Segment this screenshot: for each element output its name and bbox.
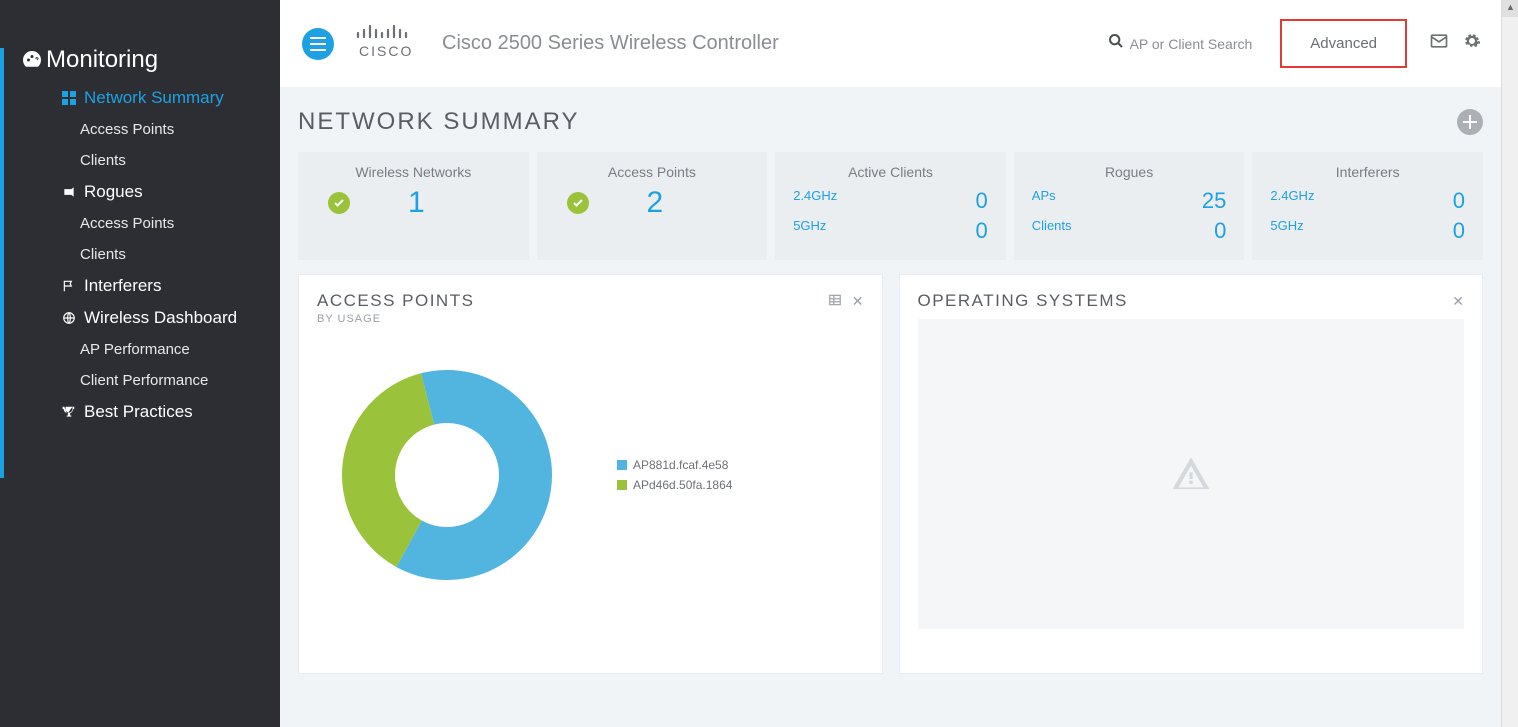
sidebar-item-label: Rogues (84, 182, 143, 202)
svg-text:CISCO: CISCO (359, 43, 413, 59)
sidebar-leaf-client-perf[interactable]: Client Performance (18, 365, 280, 396)
sidebar-title: Monitoring (46, 46, 158, 74)
stat-wireless-networks[interactable]: Wireless Networks 1 (298, 152, 529, 260)
widget-access-points: ACCESS POINTS ✕ BY USAGE AP881d.fcaf.4e5… (298, 274, 883, 674)
row-label: 5GHz (1270, 218, 1303, 244)
warning-icon (1171, 454, 1211, 494)
globe-icon (58, 311, 80, 325)
plus-icon (1463, 115, 1477, 129)
table-view-icon[interactable] (828, 293, 842, 310)
sidebar-item-network-summary[interactable]: Network Summary (18, 82, 280, 114)
row-label: 2.4GHz (793, 188, 837, 214)
sidebar-accent (0, 48, 4, 478)
page-title: NETWORK SUMMARY (298, 108, 580, 136)
stat-value: 2 (647, 186, 664, 220)
legend-item[interactable]: APd46d.50fa.1864 (617, 475, 732, 495)
widget-subtitle: BY USAGE (299, 313, 882, 335)
sidebar: Monitoring Network Summary Access Points… (0, 0, 280, 727)
row-label: 5GHz (793, 218, 826, 244)
sidebar-section-monitoring[interactable]: Monitoring (18, 38, 280, 82)
bullhorn-icon (58, 185, 80, 199)
empty-placeholder (918, 319, 1465, 629)
sidebar-item-rogues[interactable]: Rogues (18, 176, 280, 208)
row-value: 25 (1202, 188, 1226, 214)
donut-chart (317, 345, 577, 605)
stat-value: 1 (408, 186, 425, 220)
mail-icon[interactable] (1429, 31, 1449, 56)
topbar: CISCO Cisco 2500 Series Wireless Control… (280, 0, 1501, 88)
row-label: Clients (1032, 218, 1072, 244)
add-widget-button[interactable] (1457, 109, 1483, 135)
row-value: 0 (1453, 218, 1465, 244)
stat-title: Interferers (1270, 164, 1465, 180)
stat-title: Access Points (555, 164, 750, 180)
row-label: APs (1032, 188, 1056, 214)
search-icon (1108, 33, 1124, 54)
sidebar-item-label: Interferers (84, 276, 161, 296)
row-value: 0 (1214, 218, 1226, 244)
stat-title: Wireless Networks (316, 164, 511, 180)
sidebar-item-label: Best Practices (84, 402, 193, 422)
search-placeholder: AP or Client Search (1130, 36, 1253, 52)
flag-icon (58, 279, 80, 293)
close-icon[interactable]: ✕ (852, 293, 864, 310)
stat-interferers[interactable]: Interferers 2.4GHz 0 5GHz 0 (1252, 152, 1483, 260)
legend-swatch (617, 460, 627, 470)
gear-icon[interactable] (1463, 32, 1481, 55)
stat-title: Rogues (1032, 164, 1227, 180)
scrollbar[interactable] (1501, 0, 1518, 727)
hamburger-icon (310, 37, 326, 51)
sidebar-item-wireless-dashboard[interactable]: Wireless Dashboard (18, 302, 280, 334)
check-icon (567, 192, 589, 214)
sidebar-leaf-access-points[interactable]: Access Points (18, 114, 280, 145)
sidebar-leaf-rogues-clients[interactable]: Clients (18, 239, 280, 270)
widget-title: ACCESS POINTS (317, 291, 474, 311)
stat-title: Active Clients (793, 164, 988, 180)
trophy-icon (58, 405, 80, 419)
menu-toggle-button[interactable] (302, 28, 334, 60)
sidebar-item-label: Wireless Dashboard (84, 308, 237, 328)
check-icon (328, 192, 350, 214)
row-value: 0 (976, 218, 988, 244)
search-box[interactable]: AP or Client Search (1108, 33, 1253, 54)
sidebar-item-label: Network Summary (84, 88, 224, 108)
close-icon[interactable]: ✕ (1452, 293, 1464, 310)
stat-row: Wireless Networks 1 Access Points 2 Acti… (298, 152, 1483, 260)
sidebar-leaf-clients[interactable]: Clients (18, 145, 280, 176)
stat-rogues[interactable]: Rogues APs 25 Clients 0 (1014, 152, 1245, 260)
legend-swatch (617, 480, 627, 490)
stat-active-clients[interactable]: Active Clients 2.4GHz 0 5GHz 0 (775, 152, 1006, 260)
legend-label: AP881d.fcaf.4e58 (633, 455, 728, 475)
cisco-logo: CISCO (354, 21, 426, 66)
legend-label: APd46d.50fa.1864 (633, 475, 732, 495)
advanced-button[interactable]: Advanced (1280, 19, 1407, 68)
chart-legend: AP881d.fcaf.4e58APd46d.50fa.1864 (617, 455, 732, 496)
sidebar-item-best-practices[interactable]: Best Practices (18, 396, 280, 428)
row-value: 0 (1453, 188, 1465, 214)
grid-icon (58, 91, 80, 105)
sidebar-item-interferers[interactable]: Interferers (18, 270, 280, 302)
legend-item[interactable]: AP881d.fcaf.4e58 (617, 455, 732, 475)
sidebar-leaf-rogues-ap[interactable]: Access Points (18, 208, 280, 239)
widget-title: OPERATING SYSTEMS (918, 291, 1128, 311)
row-label: 2.4GHz (1270, 188, 1314, 214)
sidebar-leaf-ap-perf[interactable]: AP Performance (18, 334, 280, 365)
stat-access-points[interactable]: Access Points 2 (537, 152, 768, 260)
gauge-icon (18, 48, 46, 72)
main: CISCO Cisco 2500 Series Wireless Control… (280, 0, 1501, 727)
content: NETWORK SUMMARY Wireless Networks 1 Acce… (280, 88, 1501, 727)
row-value: 0 (976, 188, 988, 214)
widget-operating-systems: OPERATING SYSTEMS ✕ (899, 274, 1484, 674)
product-title: Cisco 2500 Series Wireless Controller (442, 32, 1108, 55)
